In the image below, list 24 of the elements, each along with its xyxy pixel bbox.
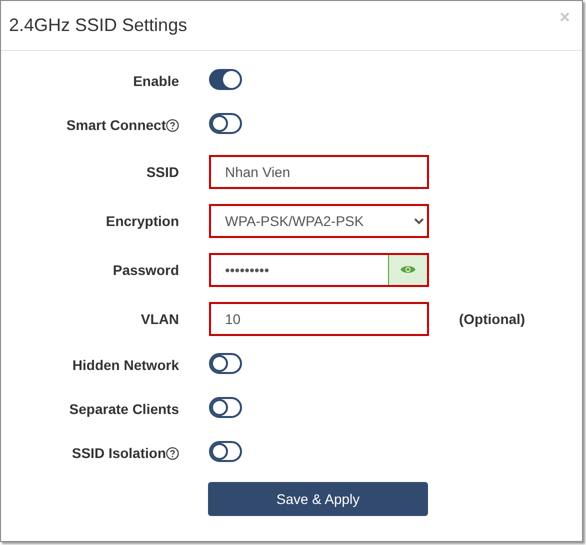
field-label: Smart Connect (66, 117, 166, 133)
help-icon[interactable] (166, 118, 179, 132)
dialog-title: 2.4GHz SSID Settings (9, 15, 188, 36)
field-label: Hidden Network (72, 357, 179, 373)
field-label: SSID Isolation (72, 445, 166, 461)
field-label: VLAN (140, 310, 179, 326)
field-label: SSID (146, 164, 179, 180)
encryption-select[interactable]: WPA-PSK/WPA2-PSK (209, 204, 429, 238)
eye-icon[interactable] (388, 254, 427, 284)
field-label: Encryption (106, 212, 179, 228)
field-label: Enable (133, 73, 179, 89)
toggle-switch[interactable] (209, 441, 242, 462)
help-icon[interactable] (166, 446, 179, 460)
password-field[interactable]: ••••••••• (209, 252, 429, 286)
field-label: Separate Clients (69, 401, 179, 417)
save-apply-button[interactable]: Save & Apply (208, 482, 428, 516)
toggle-switch[interactable] (209, 113, 242, 134)
toggle-switch[interactable] (209, 397, 242, 418)
optional-note: (Optional) (459, 310, 526, 326)
text-field[interactable]: 10 (209, 302, 429, 336)
text-field[interactable]: Nhan Vien (209, 154, 429, 188)
toggle-switch[interactable] (209, 353, 242, 374)
field-label: Password (112, 262, 179, 278)
toggle-switch[interactable] (209, 69, 242, 90)
